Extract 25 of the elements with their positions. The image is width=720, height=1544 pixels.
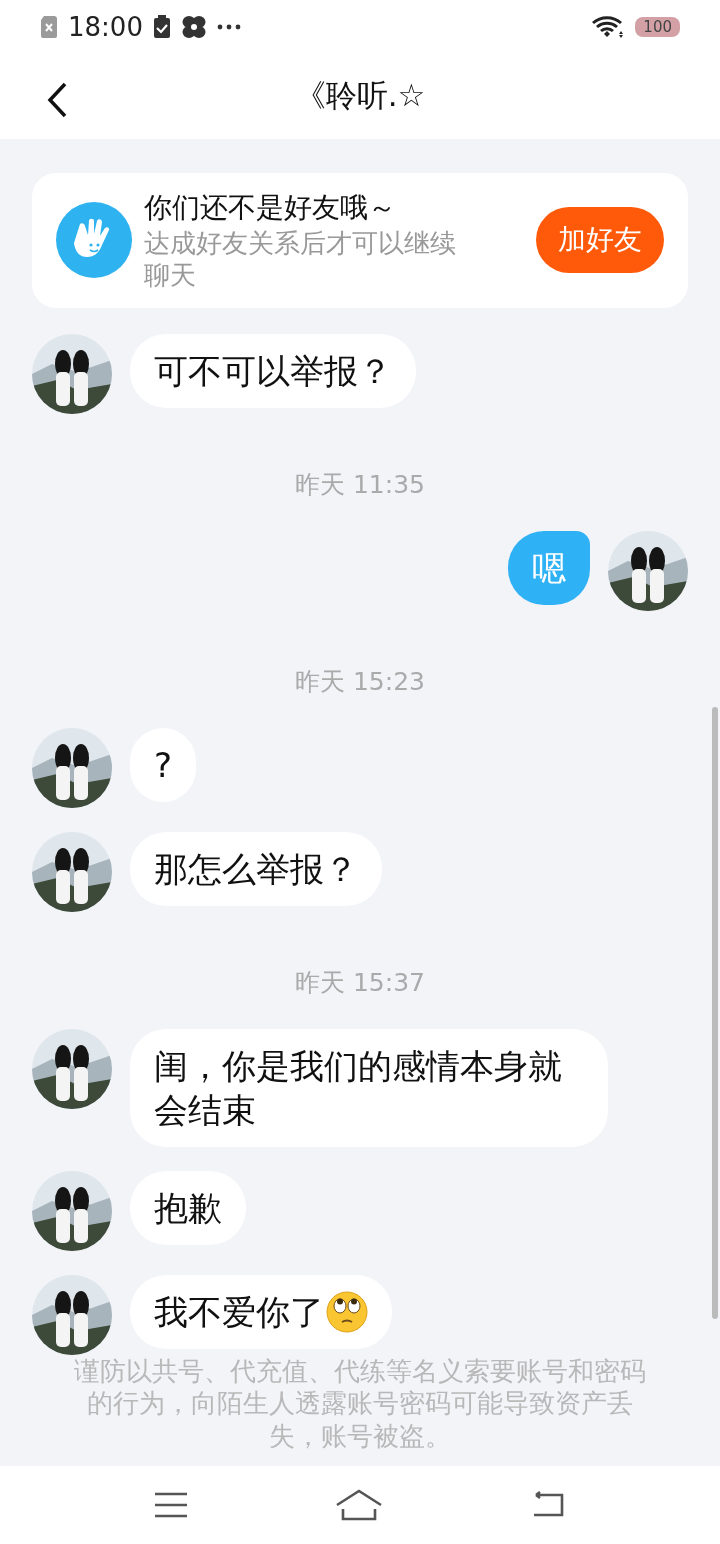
message-timestamp: 昨天 15:37 bbox=[295, 966, 425, 999]
banner-subtitle: 达成好友关系后才可以继续聊天 bbox=[144, 226, 457, 292]
message-bubble[interactable]: 可不可以举报？ bbox=[130, 333, 416, 408]
message-bubble[interactable]: 那怎么举报？ bbox=[130, 831, 382, 906]
message-timestamp: 昨天 15:23 bbox=[295, 665, 425, 698]
clipboard-check-icon bbox=[152, 14, 171, 39]
home-icon[interactable] bbox=[335, 1489, 383, 1522]
battery-indicator: 100 bbox=[635, 16, 680, 37]
banner-title: 你们还不是好友哦～ bbox=[144, 189, 397, 226]
message-bubble[interactable]: ? bbox=[130, 727, 197, 802]
scrollbar[interactable] bbox=[712, 706, 718, 1319]
chat-title: 《聆听.☆ bbox=[294, 76, 426, 116]
security-notice: 谨防以共号、代充值、代练等名义索要账号和密码的行为，向陌生人透露账号密码可能导致资产丢失，账号被盗。 bbox=[73, 1354, 647, 1453]
status-time: 18:00 bbox=[68, 11, 143, 42]
waving-hand-icon bbox=[56, 202, 132, 279]
message-bubble[interactable]: 抱歉 bbox=[130, 1170, 246, 1245]
back-icon bbox=[46, 81, 68, 118]
message-timestamp: 昨天 11:35 bbox=[295, 468, 425, 501]
more-icon bbox=[216, 23, 241, 30]
menu-icon[interactable] bbox=[153, 1492, 188, 1519]
message-bubble[interactable]: 闺，你是我们的感情本身就会结束 bbox=[130, 1028, 608, 1147]
wifi-icon bbox=[591, 14, 626, 39]
message-bubble[interactable]: 我不爱你了 bbox=[130, 1274, 392, 1349]
sim-card-icon bbox=[40, 14, 58, 39]
fan-icon bbox=[180, 13, 207, 40]
